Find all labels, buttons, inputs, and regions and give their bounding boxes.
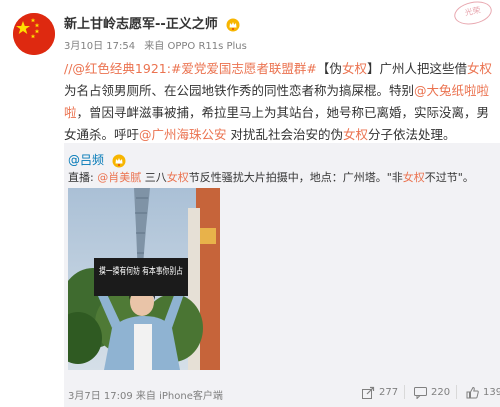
body-text: 为名占领男厕所、在公园地铁作秀的同性恋者称为搞屎棍。特别 [64, 83, 415, 98]
vip-crown-icon [112, 154, 126, 167]
repost-author-name[interactable]: @吕频 [68, 153, 104, 167]
keyword-link[interactable]: 女权 [343, 127, 368, 142]
action-divider [404, 385, 405, 399]
keyword-link[interactable]: 女权 [342, 61, 367, 76]
like-button[interactable]: 139 [466, 383, 500, 401]
keyword-link[interactable]: 女权 [467, 61, 492, 76]
topic-link[interactable]: :#爱党爱国志愿者联盟群# [167, 61, 317, 76]
comment-button[interactable]: 220 [414, 383, 450, 401]
body-text: 直播: [68, 171, 98, 184]
repost-meta: 3月7日 17:09 来自 iPhone客户端 [68, 387, 223, 402]
comment-count: 220 [431, 386, 451, 398]
repost-author-line: @吕频 [68, 151, 126, 168]
china-flag-icon [13, 13, 55, 55]
stamp-mark: 光荣 [452, 0, 494, 28]
author-name-text[interactable]: 新上甘岭志愿军--正义之师 [64, 17, 218, 32]
repost-source: 来自 iPhone客户端 [135, 391, 223, 402]
vip-crown-icon [226, 18, 240, 31]
weibo-post: 新上甘岭志愿军--正义之师 3月10日 17:54 来自 OPPO R11s P… [0, 0, 500, 407]
body-text: 分子依法处理。 [368, 127, 456, 142]
comment-icon [414, 386, 427, 399]
body-text: 节反性骚扰大片拍摄中，地点：广州塔。"非 [188, 171, 403, 184]
repost-footer: 3月7日 17:09 来自 iPhone客户端 277 220 139 [64, 375, 500, 407]
mention-link[interactable]: //@红色经典1921 [64, 61, 167, 76]
author-avatar[interactable] [13, 13, 55, 55]
action-divider [456, 385, 457, 399]
keyword-link[interactable]: 女权 [167, 171, 189, 184]
body-text: 不过节"。 [424, 171, 474, 184]
post-author-name[interactable]: 新上甘岭志愿军--正义之师 [64, 13, 240, 32]
repost-box: @吕频 直播: @肖美腻 三八女权节反性骚扰大片拍摄中，地点：广州塔。"非女权不… [64, 143, 500, 407]
mention-link[interactable]: @广州海珠公安 [139, 127, 227, 142]
repost-date[interactable]: 3月7日 17:09 [68, 391, 133, 402]
repost-button[interactable]: 277 [362, 383, 398, 401]
keyword-link[interactable]: 女权 [403, 171, 425, 184]
body-text: 对扰乱社会治安的伪 [226, 127, 344, 142]
repost-count: 277 [379, 386, 399, 398]
thumbs-up-icon [466, 386, 479, 398]
mention-link[interactable]: @肖美腻 [97, 171, 141, 184]
body-text: 【伪 [316, 61, 342, 76]
post-date[interactable]: 3月10日 17:54 [64, 41, 135, 52]
body-text: 三八 [141, 171, 167, 184]
repost-body: 直播: @肖美腻 三八女权节反性骚扰大片拍摄中，地点：广州塔。"非女权不过节"。 [68, 170, 496, 186]
post-meta: 3月10日 17:54 来自 OPPO R11s Plus [64, 37, 253, 52]
post-body: //@红色经典1921:#爱党爱国志愿者联盟群#【伪女权】广州人把这些借女权为名… [64, 58, 496, 146]
like-count: 139 [483, 386, 500, 398]
protest-photo-image: 摸一摸有何妨 有本事你别占 [68, 188, 220, 370]
share-icon [362, 386, 375, 399]
body-text: 】广州人把这些借 [366, 61, 467, 76]
repost-photo[interactable]: 摸一摸有何妨 有本事你别占 [68, 188, 220, 370]
sign-text: 摸一摸有何妨 有本事你别占 [99, 265, 183, 277]
post-device: 来自 OPPO R11s Plus [144, 41, 247, 52]
